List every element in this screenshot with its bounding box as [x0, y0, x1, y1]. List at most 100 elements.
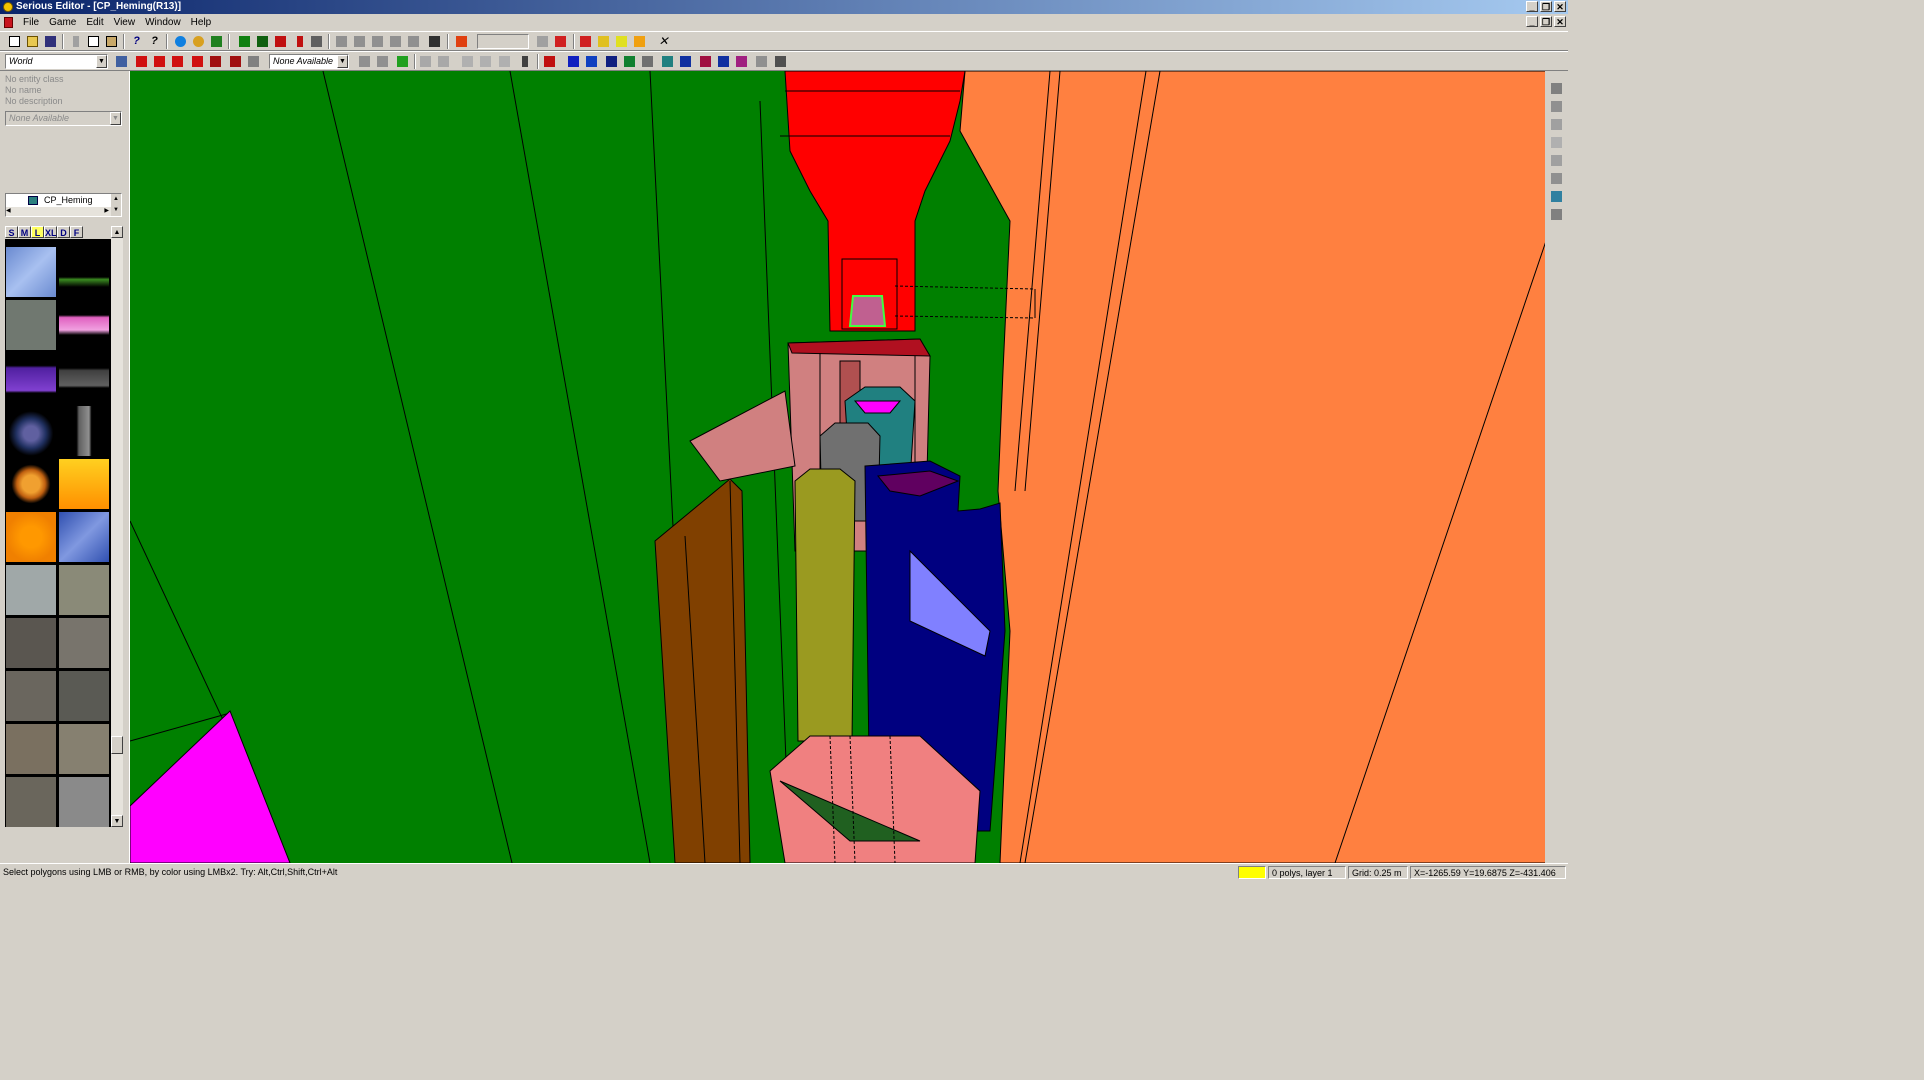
texture-tile-grass[interactable]	[59, 247, 109, 297]
texture-tile-gravel[interactable]	[59, 777, 109, 827]
view-iso-icon[interactable]	[388, 34, 403, 49]
copy-button[interactable]	[86, 34, 101, 49]
grid-icon[interactable]	[535, 34, 550, 49]
red-flag-2-icon[interactable]	[152, 54, 167, 69]
gray-tool-7-icon[interactable]	[497, 54, 512, 69]
tab-size-f[interactable]: F	[70, 226, 83, 238]
gray-tool-1-icon[interactable]	[357, 54, 372, 69]
texture-tree[interactable]: CP_Heming ▲ ▼ ◀ ▶	[5, 193, 122, 217]
chevron-down-icon[interactable]: ▼	[337, 55, 348, 68]
texture-tile-leaf[interactable]	[6, 459, 56, 509]
texture-tile-pony[interactable]	[59, 300, 109, 350]
view-side-icon[interactable]	[370, 34, 385, 49]
perspective-viewport[interactable]	[129, 71, 1545, 863]
move-tool-icon[interactable]	[596, 34, 611, 49]
texture-tile-brick[interactable]	[59, 618, 109, 668]
delete-tool-icon[interactable]: ✕	[656, 34, 671, 49]
none-available-combo[interactable]: None Available ▼	[269, 54, 349, 69]
rotate-icon[interactable]	[678, 54, 693, 69]
zoom-field[interactable]	[477, 34, 529, 49]
gray-tool-5-icon[interactable]	[460, 54, 475, 69]
texture-tile-dirt[interactable]	[6, 724, 56, 774]
texture-tile-ladder[interactable]	[59, 406, 109, 456]
right-tool-6-icon[interactable]	[1549, 171, 1564, 186]
right-tool-2-icon[interactable]	[1549, 99, 1564, 114]
right-tool-1-icon[interactable]	[1549, 81, 1564, 96]
red-flag-5-icon[interactable]	[208, 54, 223, 69]
new-file-button[interactable]	[7, 34, 22, 49]
blue-tool-1-icon[interactable]	[566, 54, 581, 69]
red-flag-3-icon[interactable]	[170, 54, 185, 69]
tree-scroll-arrows[interactable]: ▲ ▼	[111, 194, 121, 216]
test-game-icon[interactable]	[454, 34, 469, 49]
view-front-icon[interactable]	[334, 34, 349, 49]
entity-property-combo[interactable]: None Available ▼	[5, 111, 122, 126]
green-tool-icon[interactable]	[395, 54, 410, 69]
menu-help[interactable]: Help	[186, 14, 217, 31]
menu-window[interactable]: Window	[140, 14, 186, 31]
red-flag-1-icon[interactable]	[134, 54, 149, 69]
csg-add-icon[interactable]	[237, 34, 252, 49]
flip-icon[interactable]	[698, 54, 713, 69]
select-tool-icon[interactable]	[578, 34, 593, 49]
right-tool-3-icon[interactable]	[1549, 117, 1564, 132]
child-close-button[interactable]: ✕	[1554, 16, 1566, 27]
right-tool-4-icon[interactable]	[1549, 135, 1564, 150]
entity-icon[interactable]	[114, 54, 129, 69]
csg-remove-icon[interactable]	[273, 34, 288, 49]
texture-tile-blue-tiles[interactable]	[6, 247, 56, 297]
red-flag-6-icon[interactable]	[228, 54, 243, 69]
child-minimize-button[interactable]: _	[1526, 16, 1538, 27]
tab-size-s[interactable]: S	[5, 226, 18, 238]
right-tool-5-icon[interactable]	[1549, 153, 1564, 168]
view-top-icon[interactable]	[352, 34, 367, 49]
chevron-down-icon[interactable]: ▼	[110, 112, 121, 125]
texture-tile-sand[interactable]	[59, 724, 109, 774]
texture-tile-metal-plate[interactable]	[59, 353, 109, 403]
texture-tile-purple-banner[interactable]	[6, 353, 56, 403]
gray-tool-9-icon[interactable]	[773, 54, 788, 69]
texture-tile-planks[interactable]	[6, 777, 56, 827]
gray-tool-4-icon[interactable]	[436, 54, 451, 69]
green-arrow-icon[interactable]	[622, 54, 637, 69]
browse-icon[interactable]	[209, 34, 224, 49]
light-tool-icon[interactable]	[614, 34, 629, 49]
save-file-button[interactable]	[43, 34, 58, 49]
menu-edit[interactable]: Edit	[81, 14, 108, 31]
child-restore-button[interactable]: ❐	[1540, 16, 1552, 27]
wrench-icon[interactable]	[246, 54, 261, 69]
tree-hscroll[interactable]: ◀ ▶	[6, 207, 111, 216]
texture-tile-wall[interactable]	[6, 671, 56, 721]
texture-tile-blue-marble[interactable]	[59, 512, 109, 562]
snap-icon[interactable]	[553, 34, 568, 49]
texture-tile-rock[interactable]	[59, 565, 109, 615]
anchor-red-icon[interactable]	[542, 54, 557, 69]
view-persp-icon[interactable]	[406, 34, 421, 49]
texture-tile-wall-2[interactable]	[59, 671, 109, 721]
menu-view[interactable]: View	[109, 14, 141, 31]
document-icon[interactable]	[4, 17, 13, 28]
open-file-button[interactable]	[25, 34, 40, 49]
tab-size-xl[interactable]: XL	[44, 226, 57, 238]
texture-tile-orange[interactable]	[59, 459, 109, 509]
mirror-icon[interactable]	[660, 54, 675, 69]
gray-tool-8-icon[interactable]	[754, 54, 769, 69]
green-box[interactable]	[848, 295, 887, 327]
gray-tool-2-icon[interactable]	[375, 54, 390, 69]
pink-wedge[interactable]	[689, 390, 796, 482]
texture-tile-robot[interactable]	[6, 406, 56, 456]
texture-scrollbar[interactable]: ▲ ▼	[111, 226, 123, 827]
entities-icon[interactable]	[191, 34, 206, 49]
menu-game[interactable]: Game	[44, 14, 81, 31]
world-combo[interactable]: World ▼	[5, 54, 108, 69]
close-button[interactable]: ✕	[1554, 1, 1566, 12]
cut-button[interactable]	[68, 34, 83, 49]
help-button[interactable]: ?	[129, 34, 144, 49]
texture-tile-dark-stone[interactable]	[6, 618, 56, 668]
csg-join-icon[interactable]	[309, 34, 324, 49]
red-flag-4-icon[interactable]	[190, 54, 205, 69]
tab-size-m[interactable]: M	[18, 226, 31, 238]
orange-wall[interactable]	[959, 71, 1545, 863]
tree-root-label[interactable]: CP_Heming	[44, 195, 93, 205]
minimize-button[interactable]: _	[1526, 1, 1538, 12]
